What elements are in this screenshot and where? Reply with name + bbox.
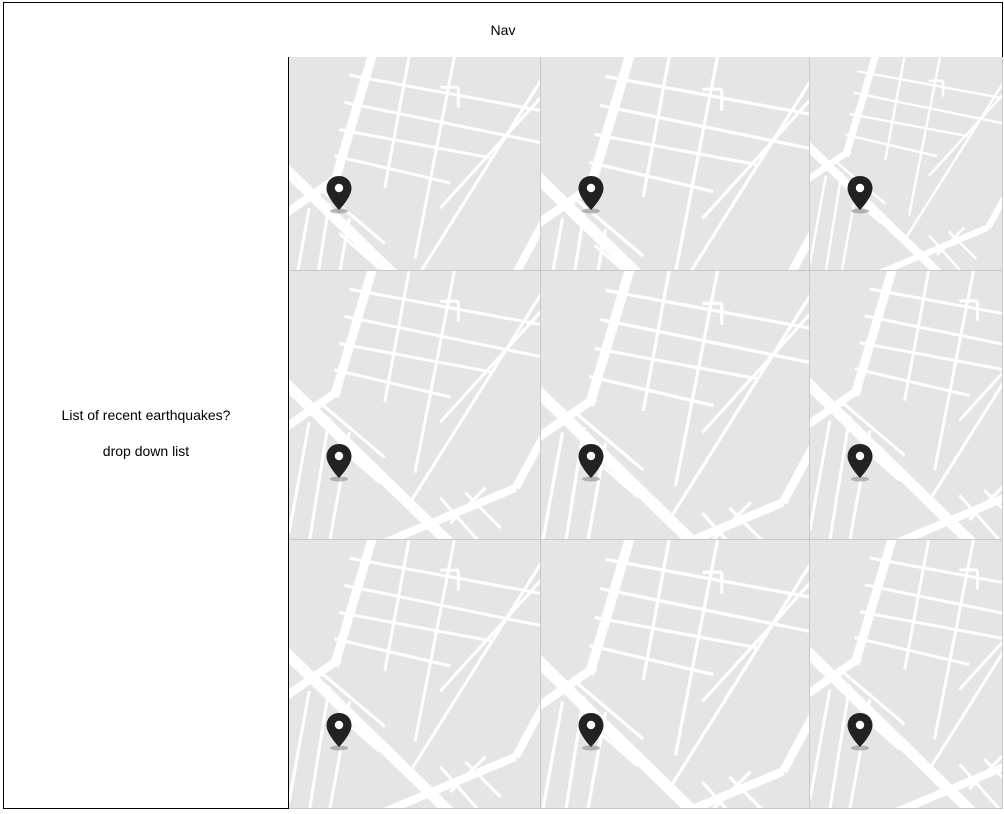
map-pin-icon[interactable] (846, 175, 874, 215)
map-tile[interactable] (541, 540, 810, 809)
map-pin-icon[interactable] (325, 443, 353, 483)
map-tile[interactable] (810, 271, 1003, 540)
sidebar-earthquake-list[interactable]: List of recent earthquakes? drop down li… (3, 57, 289, 809)
map-tile[interactable] (289, 57, 541, 271)
map-tile[interactable] (810, 57, 1003, 271)
map-tile[interactable] (289, 540, 541, 809)
map-tile[interactable] (541, 271, 810, 540)
street-map-illustration (289, 271, 540, 539)
map-pin-icon[interactable] (325, 175, 353, 215)
map-pin-icon[interactable] (577, 712, 605, 752)
street-map-illustration (541, 271, 809, 539)
sidebar-subtitle: drop down list (102, 442, 190, 459)
street-map-illustration (541, 540, 809, 808)
nav-label: Nav (490, 22, 516, 38)
sidebar-title: List of recent earthquakes? (61, 406, 231, 423)
street-map-illustration (541, 57, 809, 270)
map-tile[interactable] (810, 540, 1003, 809)
map-tile[interactable] (541, 57, 810, 271)
map-pin-icon[interactable] (846, 443, 874, 483)
map-pin-icon[interactable] (577, 443, 605, 483)
street-map-illustration (810, 540, 1002, 808)
nav-bar[interactable]: Nav (3, 2, 1003, 58)
street-map-illustration (289, 57, 540, 270)
map-pin-icon[interactable] (325, 712, 353, 752)
map-tile[interactable] (289, 271, 541, 540)
map-pin-icon[interactable] (846, 712, 874, 752)
map-pin-icon[interactable] (577, 175, 605, 215)
street-map-illustration (810, 271, 1002, 539)
street-map-illustration (289, 540, 540, 808)
street-map-illustration (810, 57, 1002, 270)
